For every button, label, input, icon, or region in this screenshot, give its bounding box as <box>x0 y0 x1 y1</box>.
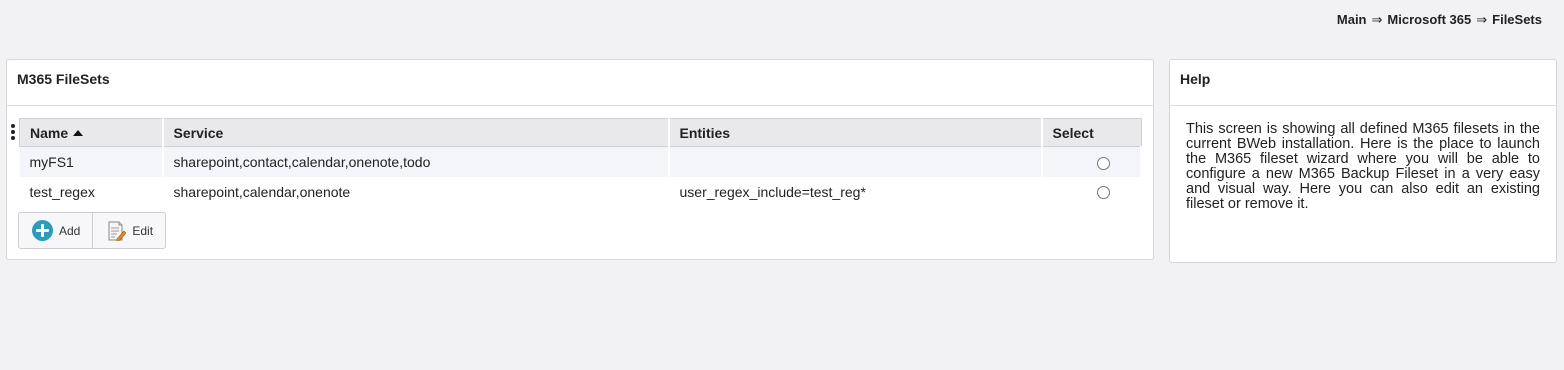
help-panel: Help This screen is showing all defined … <box>1169 59 1557 263</box>
add-button-label: Add <box>59 223 81 238</box>
cell-entities: user_regex_include=test_reg* <box>668 176 1043 207</box>
breadcrumb-separator: ⇒ <box>1476 12 1488 27</box>
plus-circle-icon <box>32 220 53 241</box>
breadcrumb-main[interactable]: Main <box>1337 12 1367 27</box>
column-header-entities[interactable]: Entities <box>668 118 1043 147</box>
help-title: Help <box>1170 60 1556 106</box>
cell-entities <box>668 146 1043 177</box>
breadcrumb-microsoft-365[interactable]: Microsoft 365 <box>1387 12 1471 27</box>
cell-service: sharepoint,calendar,onenote <box>162 176 670 207</box>
breadcrumb: Main ⇒ Microsoft 365 ⇒ FileSets <box>1337 12 1542 28</box>
column-header-select[interactable]: Select <box>1041 118 1142 147</box>
breadcrumb-filesets: FileSets <box>1492 12 1542 27</box>
breadcrumb-separator: ⇒ <box>1371 12 1383 27</box>
panel-title: M365 FileSets <box>7 60 1153 106</box>
column-header-service[interactable]: Service <box>162 118 670 147</box>
filesets-panel: M365 FileSets Name Service Entities Sele… <box>6 59 1154 260</box>
cell-name: myFS1 <box>19 146 164 177</box>
edit-button[interactable]: Edit <box>92 213 165 248</box>
edit-button-label: Edit <box>132 223 154 238</box>
table-row[interactable]: myFS1 sharepoint,contact,calendar,onenot… <box>19 146 1142 177</box>
table-row[interactable]: test_regex sharepoint,calendar,onenote u… <box>19 176 1142 207</box>
filesets-table: Name Service Entities Select myFS1 share… <box>19 118 1142 207</box>
help-text: This screen is showing all defined M365 … <box>1186 121 1540 212</box>
cell-select <box>1041 176 1142 207</box>
cell-name: test_regex <box>19 176 164 207</box>
column-header-name[interactable]: Name <box>19 118 164 147</box>
select-radio[interactable] <box>1096 186 1110 200</box>
vertical-dots-icon[interactable] <box>10 124 16 140</box>
sort-ascending-icon <box>73 129 84 136</box>
action-buttons: Add Edit <box>18 212 167 249</box>
table-header-row: Name Service Entities Select <box>19 118 1142 147</box>
cell-select <box>1041 146 1142 177</box>
edit-document-icon <box>108 221 127 241</box>
cell-service: sharepoint,contact,calendar,onenote,todo <box>162 146 670 177</box>
add-button[interactable]: Add <box>19 213 92 248</box>
filesets-table-wrapper: Name Service Entities Select myFS1 share… <box>11 118 1142 207</box>
select-radio[interactable] <box>1096 156 1110 170</box>
